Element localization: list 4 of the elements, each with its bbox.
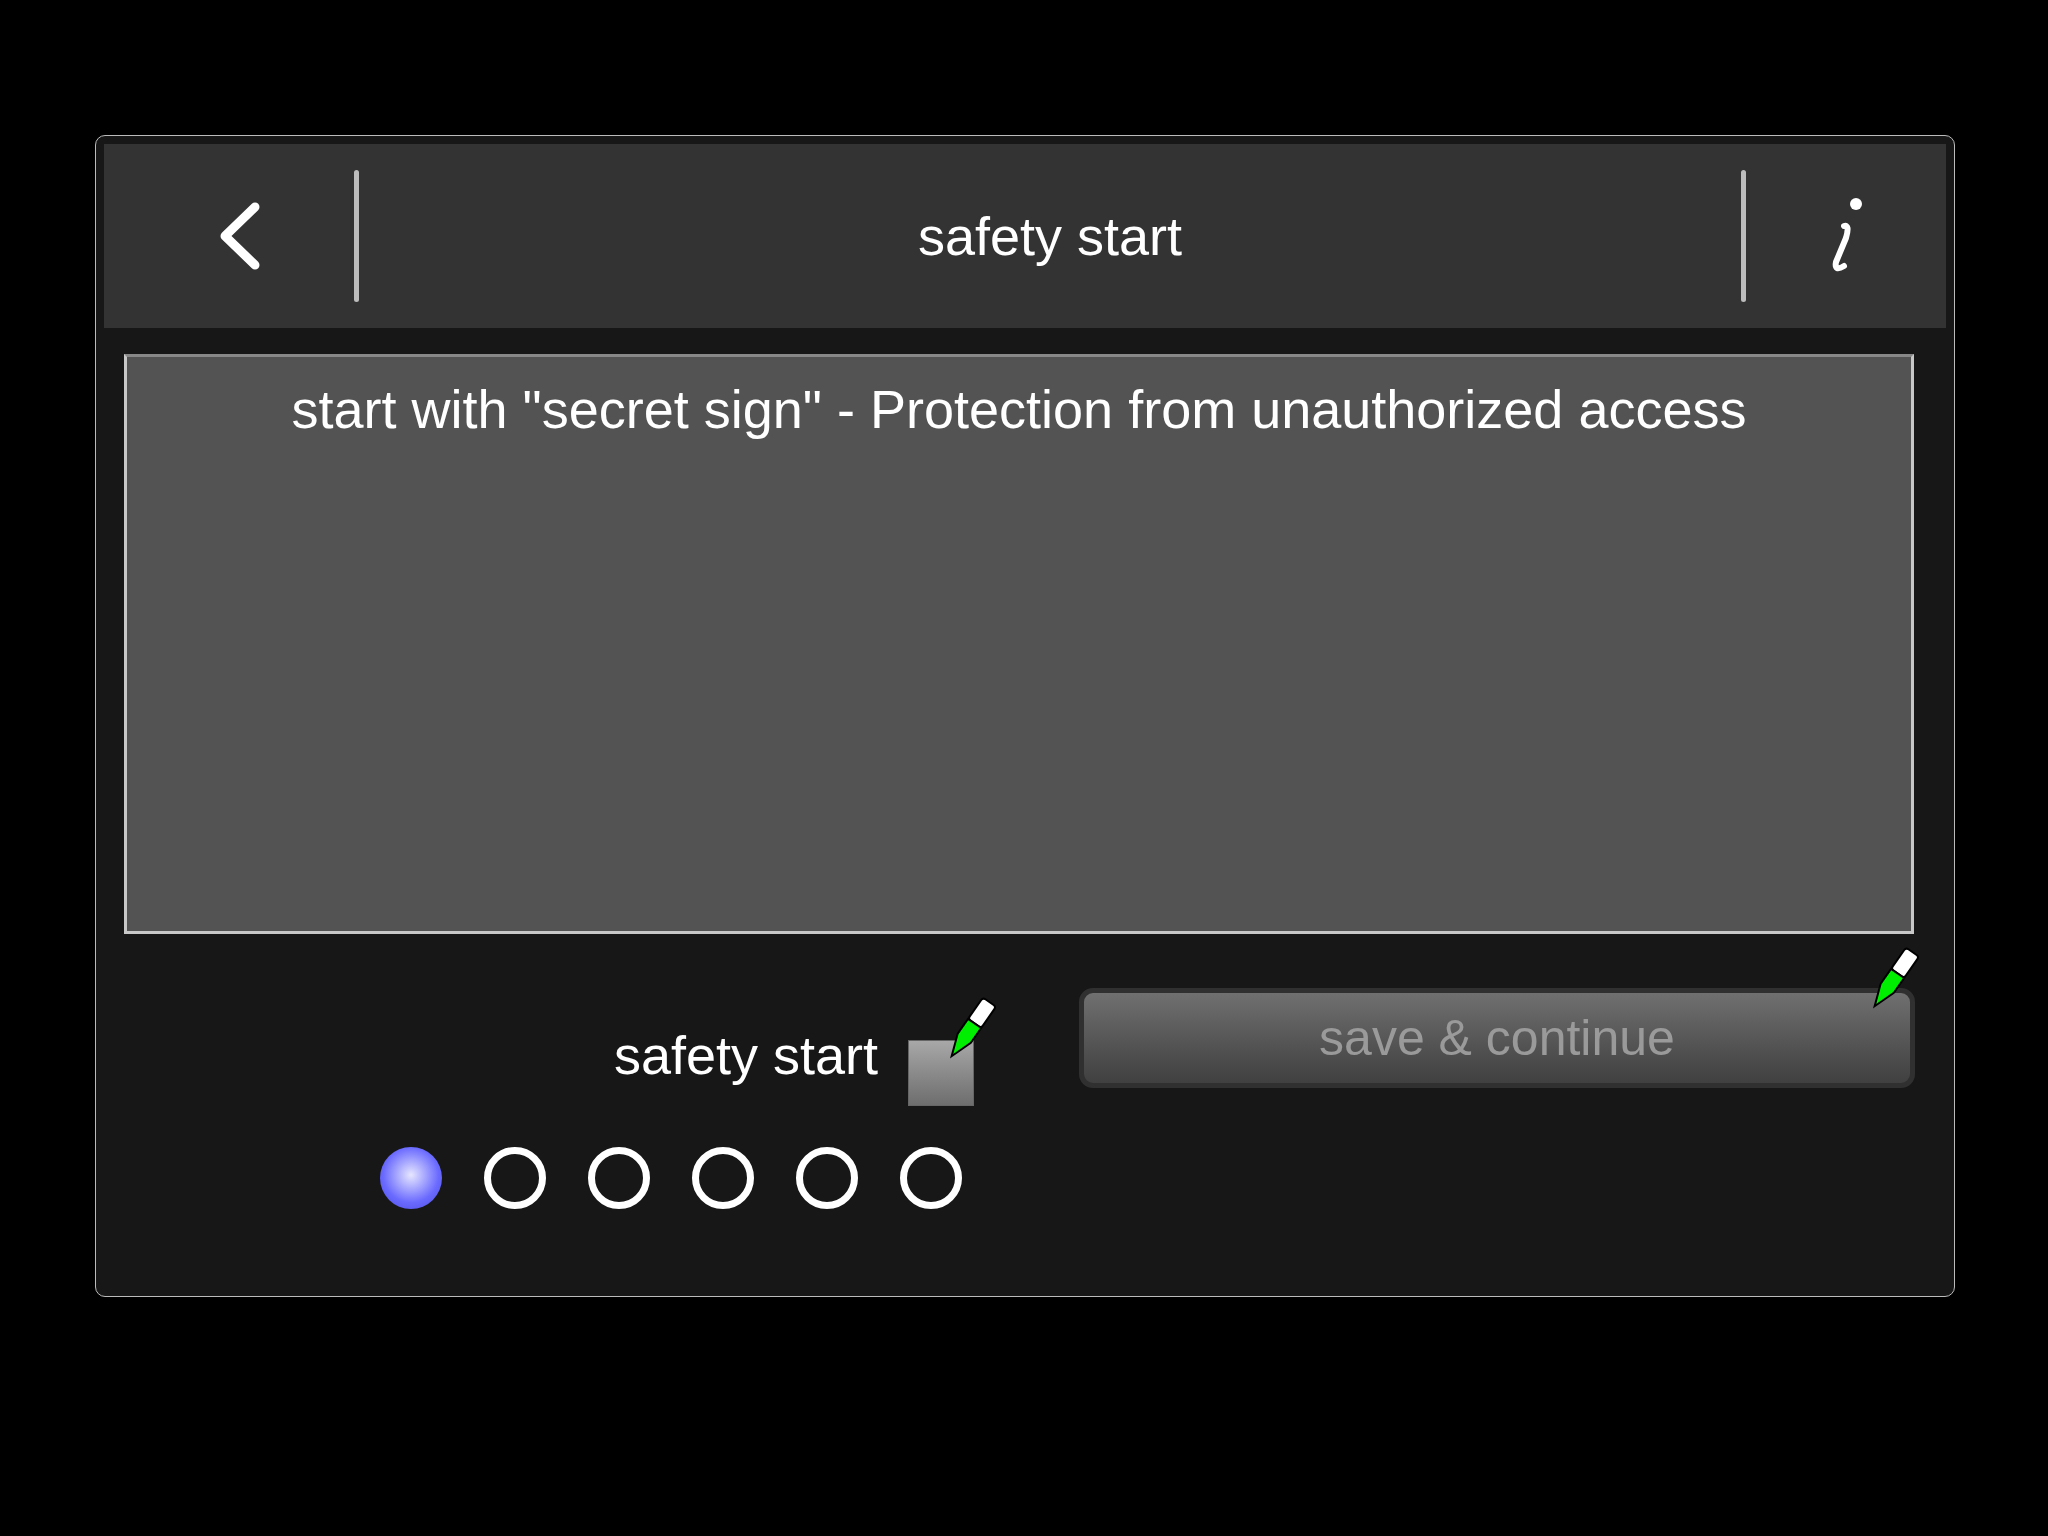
message-text: start with "secret sign" - Protection from unauthorized access [290,378,1748,441]
header-title: safety start [916,204,1184,268]
option-label: safety start [613,1024,878,1087]
checkbox[interactable] [908,1040,974,1106]
